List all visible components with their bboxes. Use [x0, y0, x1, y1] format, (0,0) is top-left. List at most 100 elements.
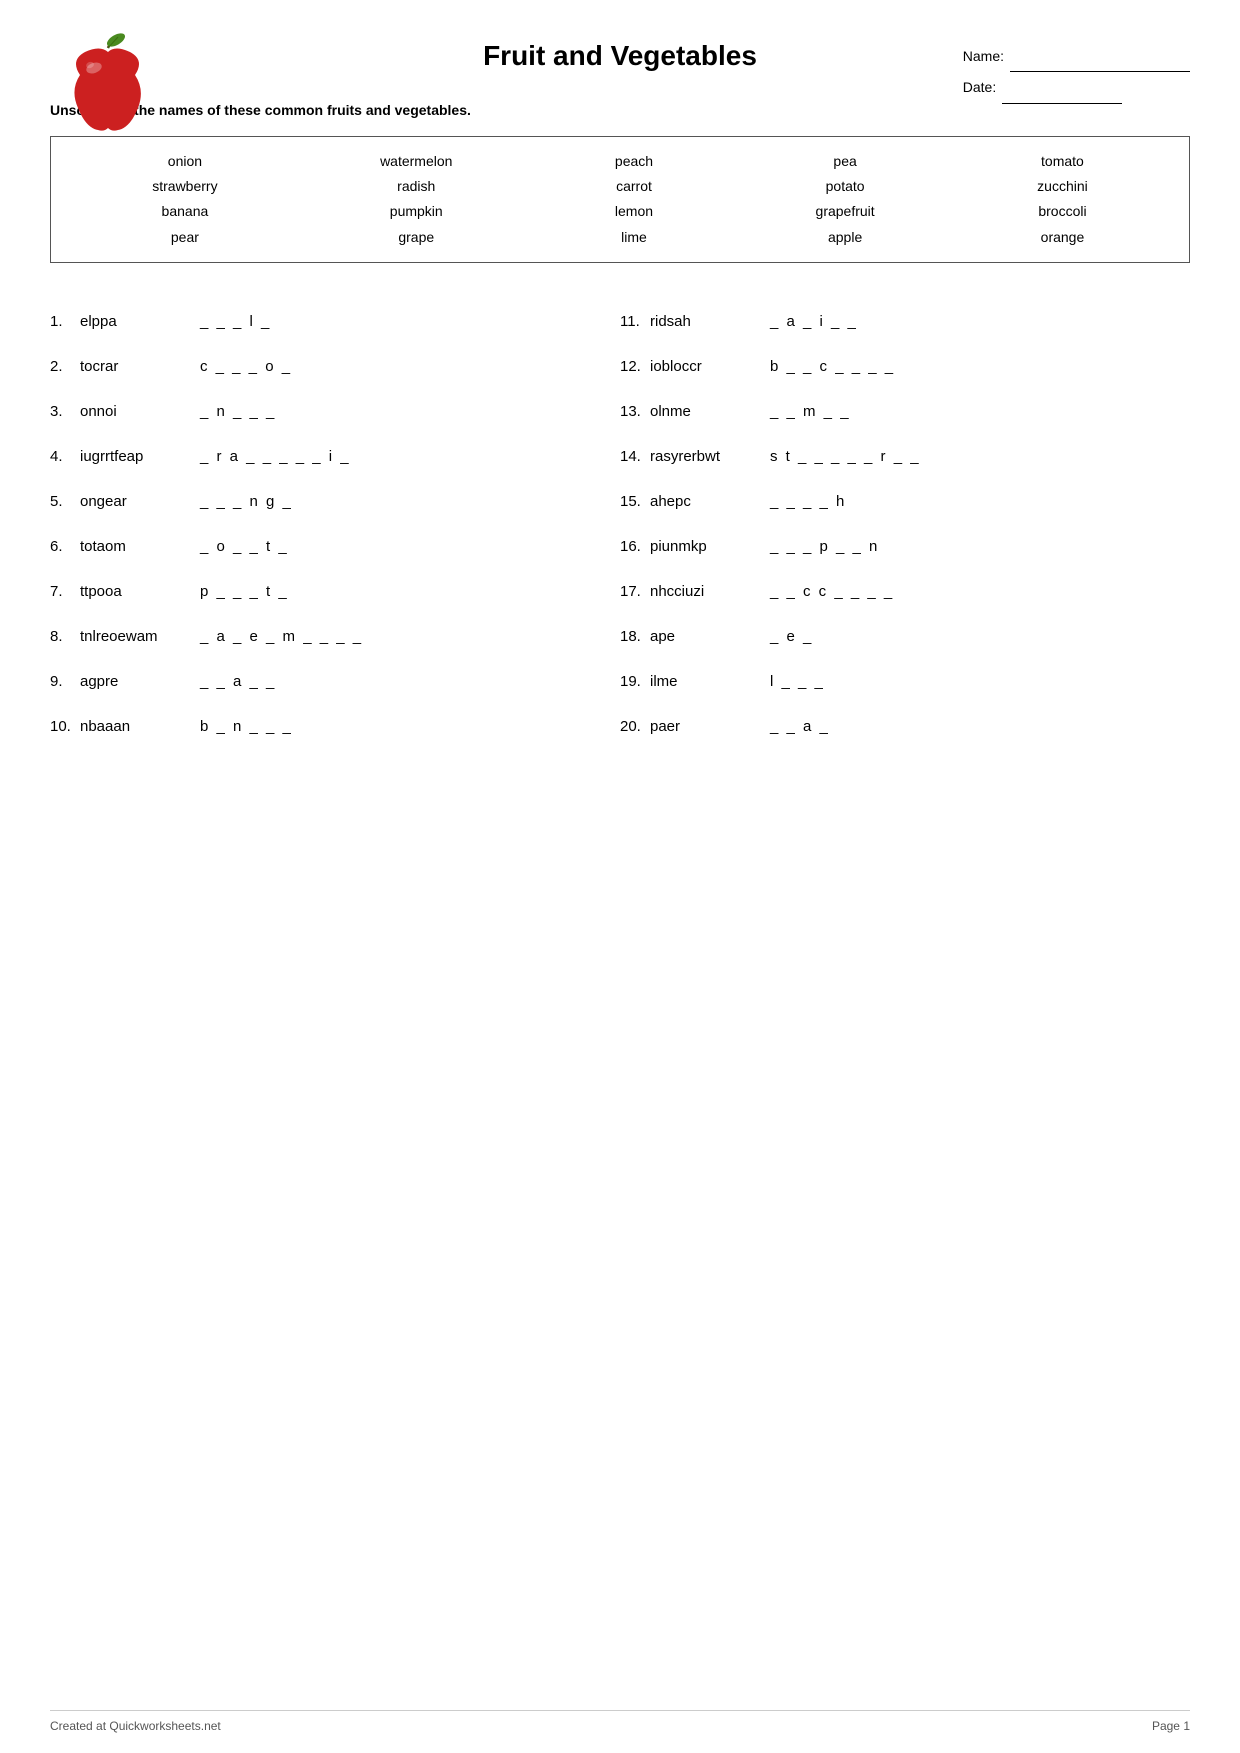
scrambled-word: rasyrerbwt [650, 448, 770, 465]
answer-pattern: l _ _ _ [770, 673, 825, 690]
answer-pattern: _ _ a _ [770, 718, 830, 735]
problem-row: 2. tocrar c _ _ _ o _ [50, 344, 620, 389]
problem-number: 20. [620, 718, 650, 735]
problem-row: 8. tnlreoewam _ a _ e _ m _ _ _ _ [50, 614, 620, 659]
scrambled-word: ahepc [650, 493, 770, 510]
scrambled-word: onnoi [80, 403, 200, 420]
problem-number: 17. [620, 583, 650, 600]
answer-pattern: _ _ c c _ _ _ _ [770, 583, 894, 600]
problem-number: 2. [50, 358, 80, 375]
scrambled-word: ongear [80, 493, 200, 510]
word-item: banana [162, 199, 209, 224]
scrambled-word: piunmkp [650, 538, 770, 555]
scrambled-word: ttpooa [80, 583, 200, 600]
word-item: pumpkin [390, 199, 443, 224]
problem-number: 18. [620, 628, 650, 645]
word-item: radish [397, 174, 435, 199]
answer-pattern: _ n _ _ _ [200, 403, 276, 420]
name-label: Name: [963, 41, 1004, 72]
answer-pattern: _ _ _ p _ _ n [770, 538, 879, 555]
answer-pattern: b _ _ c _ _ _ _ [770, 358, 895, 375]
word-item: tomato [1041, 149, 1084, 174]
answer-pattern: _ e _ [770, 628, 813, 645]
scrambled-word: ridsah [650, 313, 770, 330]
word-item: zucchini [1037, 174, 1088, 199]
problem-number: 5. [50, 493, 80, 510]
word-item: lemon [615, 199, 653, 224]
answer-pattern: _ _ m _ _ [770, 403, 851, 420]
word-box: onion strawberry banana pear watermelon … [50, 136, 1190, 263]
scrambled-word: nhcciuzi [650, 583, 770, 600]
problem-row: 3. onnoi _ n _ _ _ [50, 389, 620, 434]
problem-row: 1. elppa _ _ _ l _ [50, 299, 620, 344]
word-item: peach [615, 149, 653, 174]
word-item: orange [1041, 225, 1085, 250]
problem-number: 6. [50, 538, 80, 555]
word-item: strawberry [152, 174, 217, 199]
answer-pattern: s t _ _ _ _ _ r _ _ [770, 448, 921, 465]
scrambled-word: tocrar [80, 358, 200, 375]
scrambled-word: olnme [650, 403, 770, 420]
word-item: onion [168, 149, 202, 174]
apple-image [50, 30, 160, 140]
name-date-block: Name: Date: [963, 40, 1190, 104]
word-item: potato [826, 174, 865, 199]
problem-row: 19. ilme l _ _ _ [620, 659, 1190, 704]
problem-number: 15. [620, 493, 650, 510]
problem-number: 4. [50, 448, 80, 465]
scrambled-word: ilme [650, 673, 770, 690]
problem-number: 12. [620, 358, 650, 375]
date-label: Date: [963, 72, 996, 103]
answer-pattern: p _ _ _ t _ [200, 583, 289, 600]
word-item: lime [621, 225, 647, 250]
problem-number: 19. [620, 673, 650, 690]
word-col-4: pea potato grapefruit apple [816, 149, 875, 250]
problem-row: 12. iobloccr b _ _ c _ _ _ _ [620, 344, 1190, 389]
answer-pattern: b _ n _ _ _ [200, 718, 293, 735]
problem-row: 14. rasyrerbwt s t _ _ _ _ _ r _ _ [620, 434, 1190, 479]
scrambled-word: nbaaan [80, 718, 200, 735]
answer-pattern: _ _ _ n g _ [200, 493, 293, 510]
word-item: apple [828, 225, 862, 250]
answer-pattern: _ _ _ l _ [200, 313, 271, 330]
problem-number: 11. [620, 313, 650, 330]
scrambled-word: elppa [80, 313, 200, 330]
problem-row: 13. olnme _ _ m _ _ [620, 389, 1190, 434]
word-item: grape [398, 225, 434, 250]
problem-number: 3. [50, 403, 80, 420]
word-item: watermelon [380, 149, 452, 174]
problems-grid: 1. elppa _ _ _ l _ 11. ridsah _ a _ i _ … [50, 299, 1190, 749]
problem-row: 5. ongear _ _ _ n g _ [50, 479, 620, 524]
problem-row: 9. agpre _ _ a _ _ [50, 659, 620, 704]
problem-number: 1. [50, 313, 80, 330]
word-item: grapefruit [816, 199, 875, 224]
word-item: pea [833, 149, 856, 174]
word-col-3: peach carrot lemon lime [615, 149, 653, 250]
problem-number: 16. [620, 538, 650, 555]
problem-row: 11. ridsah _ a _ i _ _ [620, 299, 1190, 344]
answer-pattern: _ a _ e _ m _ _ _ _ [200, 628, 363, 645]
problem-number: 10. [50, 718, 80, 735]
footer-left: Created at Quickworksheets.net [50, 1719, 221, 1733]
date-underline [1002, 72, 1122, 104]
problem-row: 16. piunmkp _ _ _ p _ _ n [620, 524, 1190, 569]
page-title: Fruit and Vegetables [483, 40, 757, 71]
word-item: pear [171, 225, 199, 250]
problem-row: 20. paer _ _ a _ [620, 704, 1190, 749]
problem-row: 15. ahepc _ _ _ _ h [620, 479, 1190, 524]
scrambled-word: iobloccr [650, 358, 770, 375]
scrambled-word: totaom [80, 538, 200, 555]
problem-number: 8. [50, 628, 80, 645]
word-col-5: tomato zucchini broccoli orange [1037, 149, 1088, 250]
problem-row: 18. ape _ e _ [620, 614, 1190, 659]
problem-row: 6. totaom _ o _ _ t _ [50, 524, 620, 569]
word-col-1: onion strawberry banana pear [152, 149, 217, 250]
instructions: Unscramble the names of these common fru… [50, 102, 1190, 118]
footer: Created at Quickworksheets.net Page 1 [50, 1710, 1190, 1733]
problem-row: 7. ttpooa p _ _ _ t _ [50, 569, 620, 614]
answer-pattern: c _ _ _ o _ [200, 358, 292, 375]
answer-pattern: _ r a _ _ _ _ _ i _ [200, 448, 351, 465]
name-underline [1010, 40, 1190, 72]
scrambled-word: ape [650, 628, 770, 645]
problem-number: 13. [620, 403, 650, 420]
